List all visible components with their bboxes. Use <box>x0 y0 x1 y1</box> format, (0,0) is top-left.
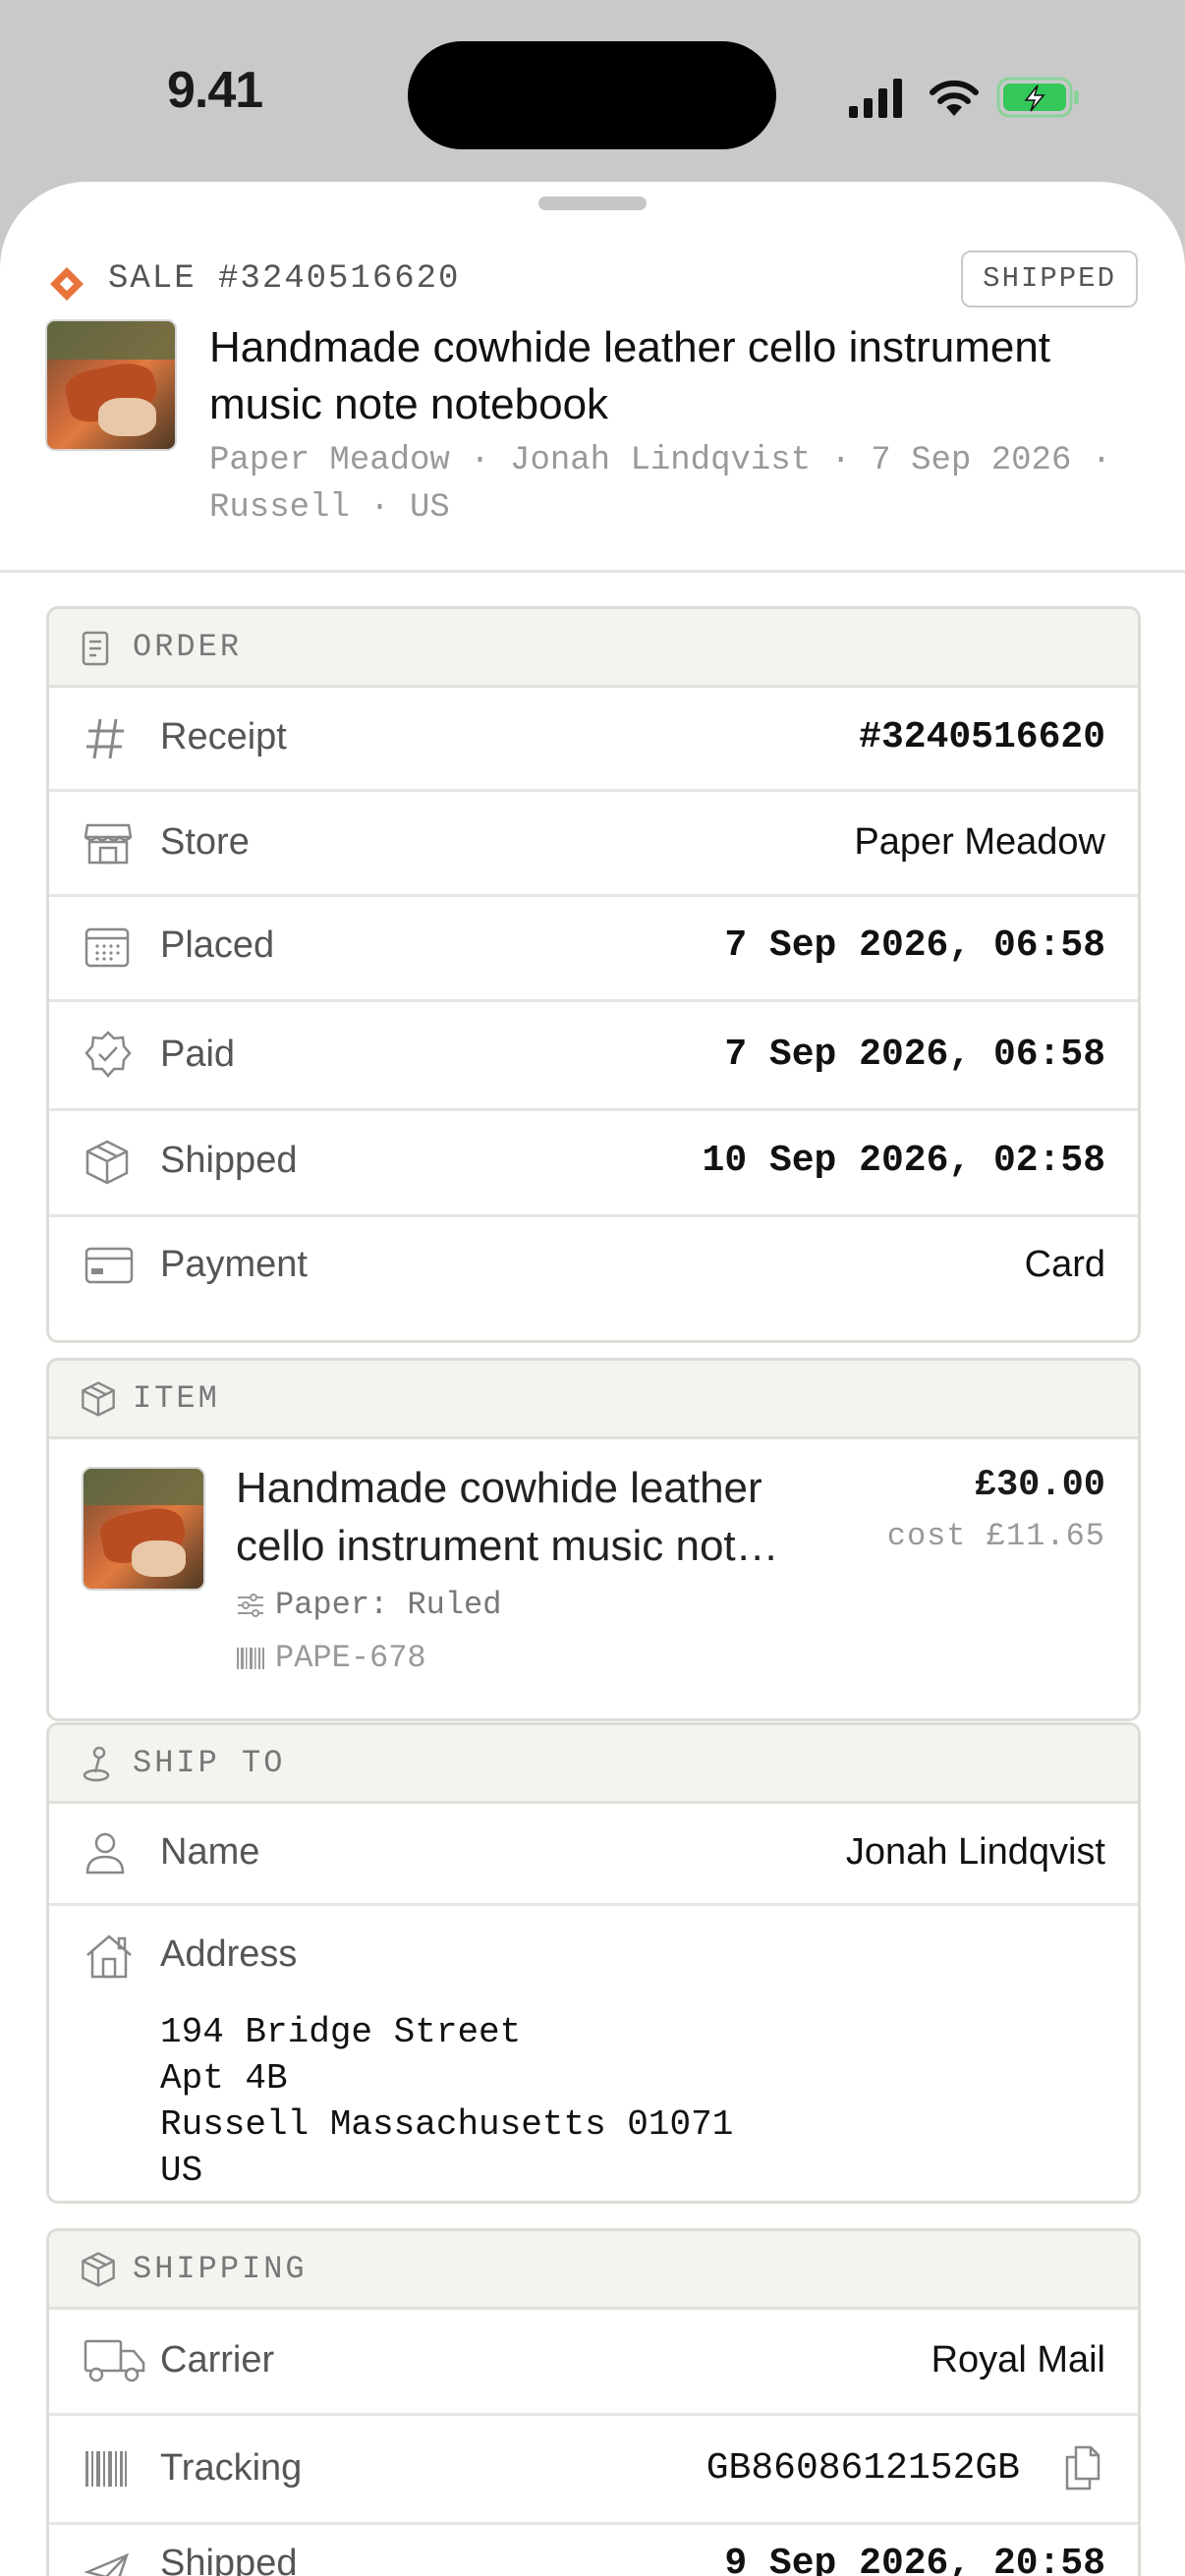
name-label: Name <box>160 1831 260 1873</box>
hash-icon <box>86 718 124 759</box>
box-icon <box>82 2252 115 2287</box>
order-card: ORDER Receipt #3240516620 Store Paper Me… <box>46 606 1141 1343</box>
tracking-label: Tracking <box>160 2447 303 2489</box>
shipping-card: SHIPPING Carrier Royal Mail Tracking GB8… <box>46 2228 1141 2576</box>
item-thumbnail <box>82 1467 205 1591</box>
item-heading: ITEM <box>133 1380 220 1417</box>
verified-badge-icon <box>85 1031 132 1078</box>
product-title: Handmade cowhide leather cello instrumen… <box>209 323 1051 428</box>
paid-value: 7 Sep 2026, 06:58 <box>724 1034 1105 1076</box>
item-title: Handmade cowhide leather cello instrumen… <box>236 1464 779 1570</box>
address-label: Address <box>160 1933 298 1975</box>
product-thumbnail <box>45 319 177 451</box>
ship-to-card-header: SHIP TO <box>49 1725 1138 1804</box>
order-row-store: Store Paper Meadow <box>49 792 1138 897</box>
item-price: £30.00 <box>974 1465 1105 1506</box>
status-time: 9.41 <box>167 62 263 119</box>
placed-label: Placed <box>160 924 275 966</box>
store-label: Store <box>160 821 250 863</box>
tracking-value[interactable]: GB8608612152GB <box>706 2447 1020 2490</box>
item-card[interactable]: ITEM Handmade cowhide leather cello inst… <box>46 1358 1141 1721</box>
header-divider <box>0 570 1185 573</box>
item-sku-text: PAPE-678 <box>275 1640 426 1676</box>
shipping-card-header: SHIPPING <box>49 2231 1138 2310</box>
calendar-icon <box>85 927 130 968</box>
item-sku: PAPE-678 <box>236 1640 426 1676</box>
receipt-icon <box>82 631 109 666</box>
battery-charging-icon <box>996 77 1079 118</box>
order-row-receipt: Receipt #3240516620 <box>49 688 1138 792</box>
shipped-value: 10 Sep 2026, 02:58 <box>702 1140 1105 1182</box>
item-card-header: ITEM <box>49 1361 1138 1439</box>
item-variant: Paper: Ruled <box>236 1587 501 1623</box>
payment-value: Card <box>1024 1244 1105 1285</box>
sale-number: SALE #3240516620 <box>108 260 461 298</box>
receipt-value[interactable]: #3240516620 <box>859 716 1105 758</box>
credit-card-icon <box>85 1247 134 1284</box>
paid-label: Paid <box>160 1034 236 1075</box>
address-value[interactable]: 194 Bridge Street Apt 4B Russell Massach… <box>160 2009 733 2194</box>
barcode-icon <box>237 1647 264 1669</box>
name-value: Jonah Lindqvist <box>845 1831 1105 1873</box>
truck-icon <box>84 2339 145 2382</box>
signal-icon <box>849 79 902 118</box>
shipping-heading: SHIPPING <box>133 2251 308 2287</box>
order-meta: Paper Meadow · Jonah Lindqvist · 7 Sep 2… <box>209 442 1112 527</box>
paper-plane-icon <box>85 2552 130 2576</box>
order-row-payment: Payment Card <box>49 1217 1138 1314</box>
wifi-icon <box>930 80 979 116</box>
sliders-icon <box>238 1593 263 1617</box>
order-row-shipped: Shipped 10 Sep 2026, 02:58 <box>49 1111 1138 1217</box>
status-badge: SHIPPED <box>961 251 1138 308</box>
ship-to-heading: SHIP TO <box>133 1745 286 1781</box>
copy-icon[interactable] <box>1063 2443 1102 2491</box>
sheet-grabber[interactable] <box>538 196 647 210</box>
order-row-paid: Paid 7 Sep 2026, 06:58 <box>49 1002 1138 1111</box>
order-heading: ORDER <box>133 629 243 665</box>
shipping-row-carrier: Carrier Royal Mail <box>49 2310 1138 2416</box>
carrier-value: Royal Mail <box>931 2339 1105 2380</box>
status-bar: 9.41 <box>0 0 1185 187</box>
person-icon <box>85 1832 125 1875</box>
ship-to-card: SHIP TO Name Jonah Lindqvist Address 194… <box>46 1722 1141 2204</box>
box-icon <box>82 1381 115 1417</box>
ship-to-row-address: Address 194 Bridge Street Apt 4B Russell… <box>49 1906 1138 2201</box>
dynamic-island <box>408 41 776 149</box>
store-value: Paper Meadow <box>854 821 1105 863</box>
placed-value: 7 Sep 2026, 06:58 <box>724 924 1105 967</box>
map-pin-icon <box>83 1746 110 1782</box>
shipping-shipped-value: 9 Sep 2026, 20:58 <box>724 2543 1105 2576</box>
shipping-row-tracking: Tracking GB8608612152GB <box>49 2416 1138 2525</box>
etsy-diamond-icon <box>50 267 84 301</box>
receipt-label: Receipt <box>160 716 287 757</box>
house-icon <box>86 1934 132 1979</box>
sale-header: SALE #3240516620 SHIPPED <box>47 251 1138 309</box>
order-row-placed: Placed 7 Sep 2026, 06:58 <box>49 897 1138 1002</box>
item-cost: cost £11.65 <box>886 1518 1105 1554</box>
shipping-shipped-label: Shipped <box>160 2543 298 2576</box>
item-variant-text: Paper: Ruled <box>275 1587 502 1623</box>
box-icon <box>85 1140 129 1185</box>
shipping-row-shipped: Shipped 9 Sep 2026, 20:58 <box>49 2525 1138 2576</box>
payment-label: Payment <box>160 1244 308 1285</box>
order-detail-sheet: SALE #3240516620 SHIPPED Handmade cowhid… <box>0 182 1185 2576</box>
carrier-label: Carrier <box>160 2339 275 2380</box>
order-card-header: ORDER <box>49 609 1138 688</box>
store-icon <box>85 823 132 865</box>
ship-to-row-name: Name Jonah Lindqvist <box>49 1804 1138 1906</box>
shipped-label: Shipped <box>160 1140 298 1181</box>
barcode-icon <box>85 2451 127 2487</box>
